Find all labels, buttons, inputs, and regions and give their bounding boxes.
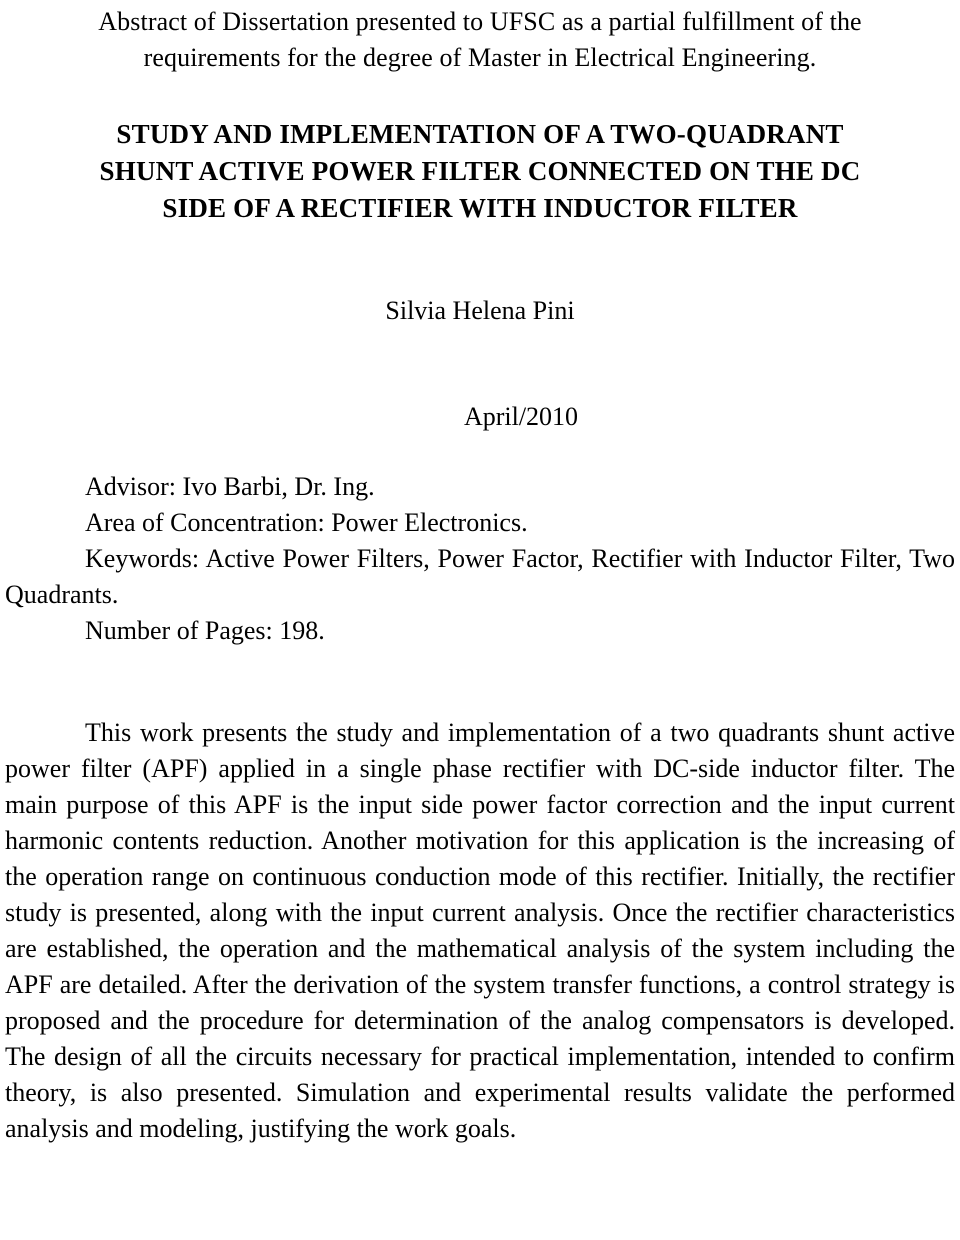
header-line-2: requirements for the degree of Master in… (143, 43, 817, 72)
metadata-keywords: Keywords: Active Power Filters, Power Fa… (5, 544, 955, 609)
title-line-1: STUDY AND IMPLEMENTATION OF A TWO-QUADRA… (116, 119, 844, 149)
metadata-block: Advisor: Ivo Barbi, Dr. Ing. Area of Con… (5, 435, 955, 649)
publication-date: April/2010 (463, 402, 579, 431)
title-line-3: SIDE OF A RECTIFIER WITH INDUCTOR FILTER (162, 193, 798, 223)
author-name: Silvia Helena Pini (385, 296, 575, 325)
document-header: Abstract of Dissertation presented to UF… (5, 0, 955, 76)
header-line-1: Abstract of Dissertation presented to UF… (98, 7, 862, 36)
abstract-page: Abstract of Dissertation presented to UF… (0, 0, 960, 1240)
title-line-2: SHUNT ACTIVE POWER FILTER CONNECTED ON T… (99, 156, 861, 186)
metadata-number-of-pages: Number of Pages: 198. (85, 616, 325, 645)
metadata-advisor: Advisor: Ivo Barbi, Dr. Ing. (85, 472, 375, 501)
metadata-area-of-concentration: Area of Concentration: Power Electronics… (85, 508, 528, 537)
page-title: STUDY AND IMPLEMENTATION OF A TWO-QUADRA… (5, 76, 955, 227)
abstract-body: This work presents the study and impleme… (5, 718, 955, 1143)
